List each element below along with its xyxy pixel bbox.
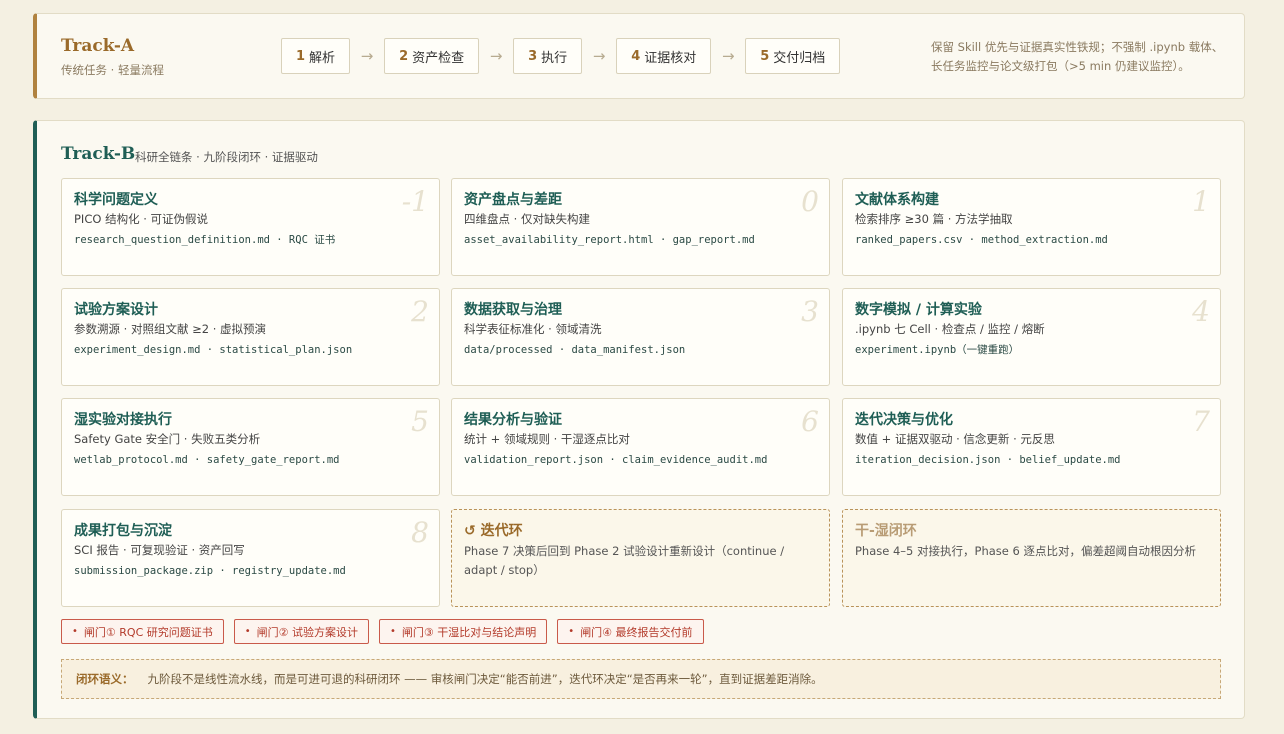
step-label: 解析 (309, 50, 336, 66)
bullet-icon: • (72, 626, 78, 637)
track-a-title: Track-A (61, 36, 135, 56)
arrow-right-icon: → (489, 47, 503, 65)
phase-title: 数字模拟 / 计算实验 (855, 302, 982, 318)
track-b-title: Track-B (61, 144, 136, 164)
dry-wet-loop-card: 干-湿闭环 Phase 4–5 对接执行，Phase 6 逐点比对，偏差超阈自动… (842, 509, 1221, 607)
phase-card-5: 5 湿实验对接执行 Safety Gate 安全门 · 失败五类分析 wetla… (61, 398, 440, 496)
step-parse: 1 解析 (281, 38, 351, 74)
phase-subtitle: 统计 + 领域规则 · 干湿逐点比对 (464, 432, 630, 446)
loop-text: Phase 4–5 对接执行，Phase 6 逐点比对，偏差超阈自动根因分析 (855, 544, 1196, 558)
bullet-icon: • (244, 626, 251, 637)
step-label: 交付归档 (773, 50, 826, 66)
step-label: 证据核对 (644, 50, 697, 66)
closing-text: 九阶段不是线性流水线，而是可进可退的科研闭环 —— 审核闸门决定“能否前进”，迭… (147, 672, 823, 686)
track-a-subtitle: 传统任务 · 轻量流程 (61, 63, 164, 77)
phase-files: submission_package.zip · registry_update… (74, 565, 346, 577)
phase-number: 2 (411, 295, 429, 328)
phase-number: 7 (1192, 405, 1210, 438)
phase-subtitle: 参数溯源 · 对照组文献 ≥2 · 虚拟预演 (74, 322, 267, 336)
phase-files: validation_report.json · claim_evidence_… (464, 454, 768, 466)
phase-subtitle: 检索排序 ≥30 篇 · 方法学抽取 (855, 212, 1013, 226)
track-a-panel: Track-A 传统任务 · 轻量流程 1 解析 → 2 资产检查 → 3 执行 → … (33, 13, 1245, 99)
step-number: 5 (760, 48, 770, 64)
phase-subtitle: 四维盘点 · 仅对缺失构建 (464, 212, 590, 226)
bullet-icon: • (568, 626, 575, 637)
step-number: 4 (631, 48, 641, 64)
phase-files: wetlab_protocol.md · safety_gate_report.… (74, 454, 340, 466)
gate-badge-1: • 闸门① RQC 研究问题证书 (61, 619, 224, 644)
arrow-right-icon: → (721, 47, 735, 65)
phase-title: 科学问题定义 (74, 192, 158, 208)
track-b-subtitle: 科研全链条 · 九阶段闭环 · 证据驱动 (135, 150, 318, 164)
loop-title: 干-湿闭环 (855, 523, 917, 539)
phase-number: 5 (411, 405, 429, 438)
iteration-loop-card: ↺ 迭代环 Phase 7 决策后回到 Phase 2 试验设计重新设计（con… (451, 509, 830, 607)
track-b-panel: Track-B 科研全链条 · 九阶段闭环 · 证据驱动 -1 科学问题定义 P… (33, 120, 1245, 719)
step-number: 2 (399, 48, 409, 64)
phase-files: experiment_design.md · statistical_plan.… (74, 344, 353, 356)
phase-card-minus1: -1 科学问题定义 PICO 结构化 · 可证伪假说 research_ques… (61, 178, 440, 276)
track-a-steps: 1 解析 → 2 资产检查 → 3 执行 → 4 证据核对 → 5 交付归档 (281, 38, 841, 74)
phase-card-7: 7 迭代决策与优化 数值 + 证据双驱动 · 信念更新 · 元反思 iterat… (842, 398, 1221, 496)
closing-label: 闭环语义： (76, 672, 134, 686)
step-label: 资产检查 (412, 50, 465, 66)
phase-card-4: 4 数字模拟 / 计算实验 .ipynb 七 Cell · 检查点 / 监控 /… (842, 288, 1221, 386)
phase-title: 试验方案设计 (74, 302, 158, 318)
step-number: 1 (296, 48, 306, 64)
phase-files: experiment.ipynb（一键重跑） (855, 344, 1020, 356)
phase-number: -1 (401, 185, 429, 218)
phase-subtitle: PICO 结构化 · 可证伪假说 (74, 212, 209, 226)
phase-title: 文献体系构建 (855, 192, 939, 208)
phase-title: 结果分析与验证 (464, 412, 562, 428)
phase-number: 4 (1192, 295, 1210, 328)
phase-title: 湿实验对接执行 (74, 412, 172, 428)
phase-files: iteration_decision.json · belief_update.… (855, 454, 1121, 466)
phase-number: 3 (801, 295, 819, 328)
arrow-right-icon: → (360, 47, 374, 65)
phase-title: 成果打包与沉淀 (74, 523, 172, 539)
phase-files: ranked_papers.csv · method_extraction.md (855, 234, 1108, 246)
step-deliver-archive: 5 交付归档 (745, 38, 841, 74)
phase-card-3: 3 数据获取与治理 科学表征标准化 · 领域清洗 data/processed … (451, 288, 830, 386)
track-a-note: 保留 Skill 优先与证据真实性铁规；不强制 .ipynb 载体、长任务监控与… (931, 40, 1224, 73)
gate-badge-2: • 闸门② 试验方案设计 (233, 619, 370, 644)
phase-subtitle: SCI 报告 · 可复现验证 · 资产回写 (74, 543, 245, 557)
loop-text: Phase 7 决策后回到 Phase 2 试验设计重新设计（continue … (464, 544, 785, 577)
step-execute: 3 执行 (513, 38, 583, 74)
phase-title: 资产盘点与差距 (464, 192, 562, 208)
phase-card-0: 0 资产盘点与差距 四维盘点 · 仅对缺失构建 asset_availabili… (451, 178, 830, 276)
bullet-icon: • (390, 626, 396, 637)
phase-files: data/processed · data_manifest.json (464, 344, 686, 356)
phase-card-6: 6 结果分析与验证 统计 + 领域规则 · 干湿逐点比对 validation_… (451, 398, 830, 496)
phase-number: 0 (801, 185, 819, 218)
gate-badge-3: • 闸门③ 干湿比对与结论声明 (379, 619, 548, 644)
phase-title: 迭代决策与优化 (855, 412, 953, 428)
phase-card-1: 1 文献体系构建 检索排序 ≥30 篇 · 方法学抽取 ranked_paper… (842, 178, 1221, 276)
gate-label: 闸门① RQC 研究问题证书 (83, 625, 213, 639)
loop-title: ↺ 迭代环 (464, 523, 523, 539)
phase-card-2: 2 试验方案设计 参数溯源 · 对照组文献 ≥2 · 虚拟预演 experime… (61, 288, 440, 386)
phase-subtitle: .ipynb 七 Cell · 检查点 / 监控 / 熔断 (855, 322, 1045, 336)
phase-files: asset_availability_report.html · gap_rep… (464, 234, 755, 246)
gate-label: 闸门④ 最终报告交付前 (580, 625, 693, 639)
phase-subtitle: 科学表征标准化 · 领域清洗 (464, 322, 602, 336)
step-evidence-check: 4 证据核对 (616, 38, 712, 74)
phase-files: research_question_definition.md · RQC 证书 (74, 234, 336, 246)
gate-label: 闸门③ 干湿比对与结论声明 (401, 625, 537, 639)
arrow-right-icon: → (592, 47, 606, 65)
gate-badge-4: • 闸门④ 最终报告交付前 (557, 619, 704, 644)
step-asset-check: 2 资产检查 (384, 38, 480, 74)
phase-number: 6 (801, 405, 819, 438)
phase-number: 8 (411, 516, 429, 549)
gate-list: • 闸门① RQC 研究问题证书 • 闸门② 试验方案设计 • 闸门③ 干湿比对与结论… (61, 619, 714, 644)
step-number: 3 (528, 48, 538, 64)
phase-number: 1 (1192, 185, 1210, 218)
phase-subtitle: 数值 + 证据双驱动 · 信念更新 · 元反思 (855, 432, 1055, 446)
phase-subtitle: Safety Gate 安全门 · 失败五类分析 (74, 432, 261, 446)
gate-label: 闸门② 试验方案设计 (256, 625, 359, 639)
closing-semantics-box: 闭环语义： 九阶段不是线性流水线，而是可进可退的科研闭环 —— 审核闸门决定“能… (61, 659, 1221, 699)
step-label: 执行 (541, 50, 568, 66)
phase-card-8: 8 成果打包与沉淀 SCI 报告 · 可复现验证 · 资产回写 submissi… (61, 509, 440, 607)
phase-title: 数据获取与治理 (464, 302, 562, 318)
